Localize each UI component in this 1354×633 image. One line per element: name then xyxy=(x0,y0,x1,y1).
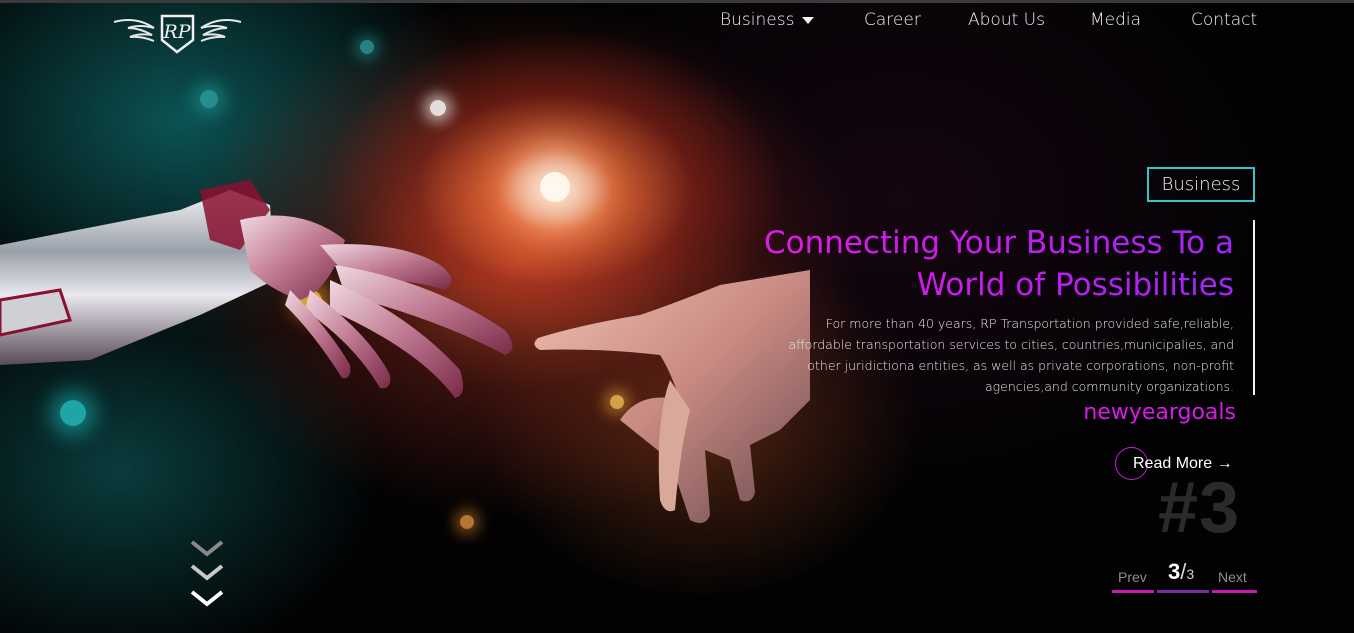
bokeh-light xyxy=(460,515,474,529)
nav-item-about-us[interactable]: About Us xyxy=(968,8,1045,32)
bokeh-light xyxy=(360,40,374,54)
hashtag-label: newyeargoals xyxy=(1083,400,1236,425)
current-slide: 3 xyxy=(1168,559,1181,584)
brand-logo[interactable]: RP xyxy=(110,8,245,56)
bokeh-light xyxy=(540,172,570,202)
slide-headline: Connecting Your Business To a World of P… xyxy=(714,222,1234,306)
nav-item-business[interactable]: Business xyxy=(720,8,815,32)
headline-line-1: Connecting Your Business To a xyxy=(763,225,1234,261)
slide-counter: 3/3 xyxy=(1168,560,1194,586)
nav-item-contact[interactable]: Contact xyxy=(1191,8,1257,32)
robot-hand-image xyxy=(0,180,513,398)
nav-item-career[interactable]: Career xyxy=(864,8,921,32)
bokeh-light xyxy=(200,90,218,108)
prev-button[interactable]: Prev xyxy=(1118,568,1147,586)
caret-down-icon xyxy=(802,16,815,24)
headline-line-2: World of Possibilities xyxy=(916,267,1234,303)
next-underline xyxy=(1212,590,1257,593)
counter-underline xyxy=(1157,590,1209,593)
total-slides: 3 xyxy=(1186,566,1195,582)
accent-divider xyxy=(1253,220,1255,395)
arrow-right-icon: → xyxy=(1216,455,1233,472)
bokeh-light xyxy=(430,100,446,116)
category-tag: Business xyxy=(1147,167,1255,202)
winged-logo-icon: RP xyxy=(113,14,242,54)
hero-slider: RP Business Career About Us Media Contac… xyxy=(0,0,1354,633)
human-hand-image xyxy=(534,270,810,524)
chevrons-down-icon[interactable] xyxy=(188,536,226,614)
read-more-link[interactable]: Read More → xyxy=(1133,453,1233,475)
slide-description: For more than 40 years, RP Transportatio… xyxy=(788,316,1234,394)
prev-underline xyxy=(1112,590,1154,593)
svg-text:RP: RP xyxy=(162,21,191,43)
slide-number-watermark: #3 xyxy=(1158,468,1241,548)
main-nav: Business Career About Us Media Contact xyxy=(700,8,1260,34)
next-button[interactable]: Next xyxy=(1218,568,1247,586)
top-border xyxy=(0,0,1354,3)
nav-label: Business xyxy=(720,10,795,30)
read-more-label: Read More xyxy=(1133,455,1213,472)
nav-item-media[interactable]: Media xyxy=(1090,8,1141,32)
slide-pager: Prev 3/3 Next xyxy=(1112,560,1258,594)
